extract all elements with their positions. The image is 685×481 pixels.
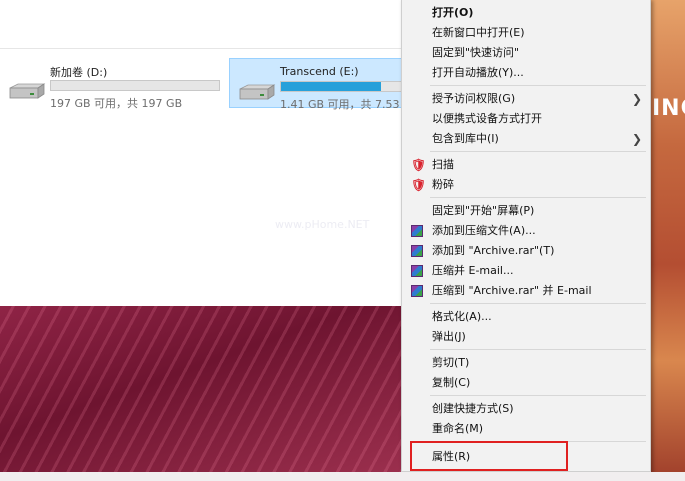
- menu-separator: [430, 151, 646, 152]
- menu-item-format[interactable]: 格式化(A)...: [402, 307, 650, 327]
- drive-usage-bar: [50, 80, 220, 91]
- menu-item-open-new-window[interactable]: 在新窗口中打开(E): [402, 23, 650, 43]
- drive-usage-bar: [280, 81, 405, 92]
- menu-item-shred[interactable]: 🛡︎ 粉碎: [402, 175, 650, 195]
- menu-separator: [430, 85, 646, 86]
- menu-separator: [430, 395, 646, 396]
- menu-item-create-shortcut[interactable]: 创建快捷方式(S): [402, 399, 650, 419]
- context-menu: 打开(O) 在新窗口中打开(E) 固定到"快速访问" 打开自动播放(Y)... …: [401, 0, 651, 472]
- menu-item-rename[interactable]: 重命名(M): [402, 419, 650, 439]
- hard-drive-icon: [9, 83, 46, 99]
- chevron-right-icon: ❯: [631, 132, 642, 146]
- winrar-icon: [411, 245, 423, 257]
- drive-e[interactable]: Transcend (E:) 1.41 GB 可用，共 7.53 GB: [229, 58, 419, 111]
- usb-drive-icon: [239, 84, 276, 100]
- wallpaper-text: INC: [652, 96, 685, 121]
- drive-d[interactable]: 新加卷 (D:) 197 GB 可用，共 197 GB: [0, 58, 226, 110]
- menu-item-include-library[interactable]: 包含到库中(I) ❯: [402, 129, 650, 149]
- winrar-icon: [411, 225, 423, 237]
- menu-item-scan[interactable]: 🛡︎ 扫描: [402, 155, 650, 175]
- menu-item-label: 授予访问权限(G): [432, 92, 516, 105]
- menu-item-open[interactable]: 打开(O): [402, 3, 650, 23]
- menu-item-add-archive-rar[interactable]: 添加到 "Archive.rar"(T): [402, 241, 650, 261]
- menu-item-label: 添加到压缩文件(A)...: [432, 224, 536, 237]
- chevron-right-icon: ❯: [631, 92, 642, 106]
- menu-item-autoplay[interactable]: 打开自动播放(Y)...: [402, 63, 650, 83]
- winrar-icon: [411, 285, 423, 297]
- properties-highlight-box: [410, 441, 568, 471]
- drive-size-text: 1.41 GB 可用，共 7.53 GB: [280, 98, 420, 111]
- menu-separator: [430, 197, 646, 198]
- menu-item-cut[interactable]: 剪切(T): [402, 353, 650, 373]
- winrar-icon: [411, 265, 423, 277]
- drive-name: Transcend (E:): [280, 65, 359, 78]
- menu-item-eject[interactable]: 弹出(J): [402, 327, 650, 347]
- menu-item-label: 压缩并 E-mail...: [432, 264, 514, 277]
- menu-item-copy[interactable]: 复制(C): [402, 373, 650, 393]
- menu-item-label: 添加到 "Archive.rar"(T): [432, 244, 555, 257]
- watermark-text: www.pHome.NET: [275, 218, 370, 231]
- menu-item-label: 压缩到 "Archive.rar" 并 E-mail: [432, 284, 592, 297]
- drive-size-text: 197 GB 可用，共 197 GB: [50, 97, 183, 110]
- menu-item-add-archive[interactable]: 添加到压缩文件(A)...: [402, 221, 650, 241]
- menu-item-label: 粉碎: [432, 178, 454, 191]
- taskbar-strip: [0, 472, 685, 481]
- menu-separator: [430, 349, 646, 350]
- menu-item-label: 包含到库中(I): [432, 132, 499, 145]
- antivirus-shield-icon: 🛡︎: [411, 158, 427, 172]
- menu-item-label: 扫描: [432, 158, 454, 171]
- menu-item-give-access[interactable]: 授予访问权限(G) ❯: [402, 89, 650, 109]
- antivirus-shield-icon: 🛡︎: [411, 178, 427, 192]
- menu-item-open-portable[interactable]: 以便携式设备方式打开: [402, 109, 650, 129]
- menu-separator: [430, 303, 646, 304]
- menu-item-pin-start[interactable]: 固定到"开始"屏幕(P): [402, 201, 650, 221]
- menu-item-compress-email[interactable]: 压缩并 E-mail...: [402, 261, 650, 281]
- drive-usage-fill: [281, 82, 381, 91]
- menu-item-compress-rar-email[interactable]: 压缩到 "Archive.rar" 并 E-mail: [402, 281, 650, 301]
- menu-item-pin-quick-access[interactable]: 固定到"快速访问": [402, 43, 650, 63]
- drive-name: 新加卷 (D:): [50, 66, 108, 79]
